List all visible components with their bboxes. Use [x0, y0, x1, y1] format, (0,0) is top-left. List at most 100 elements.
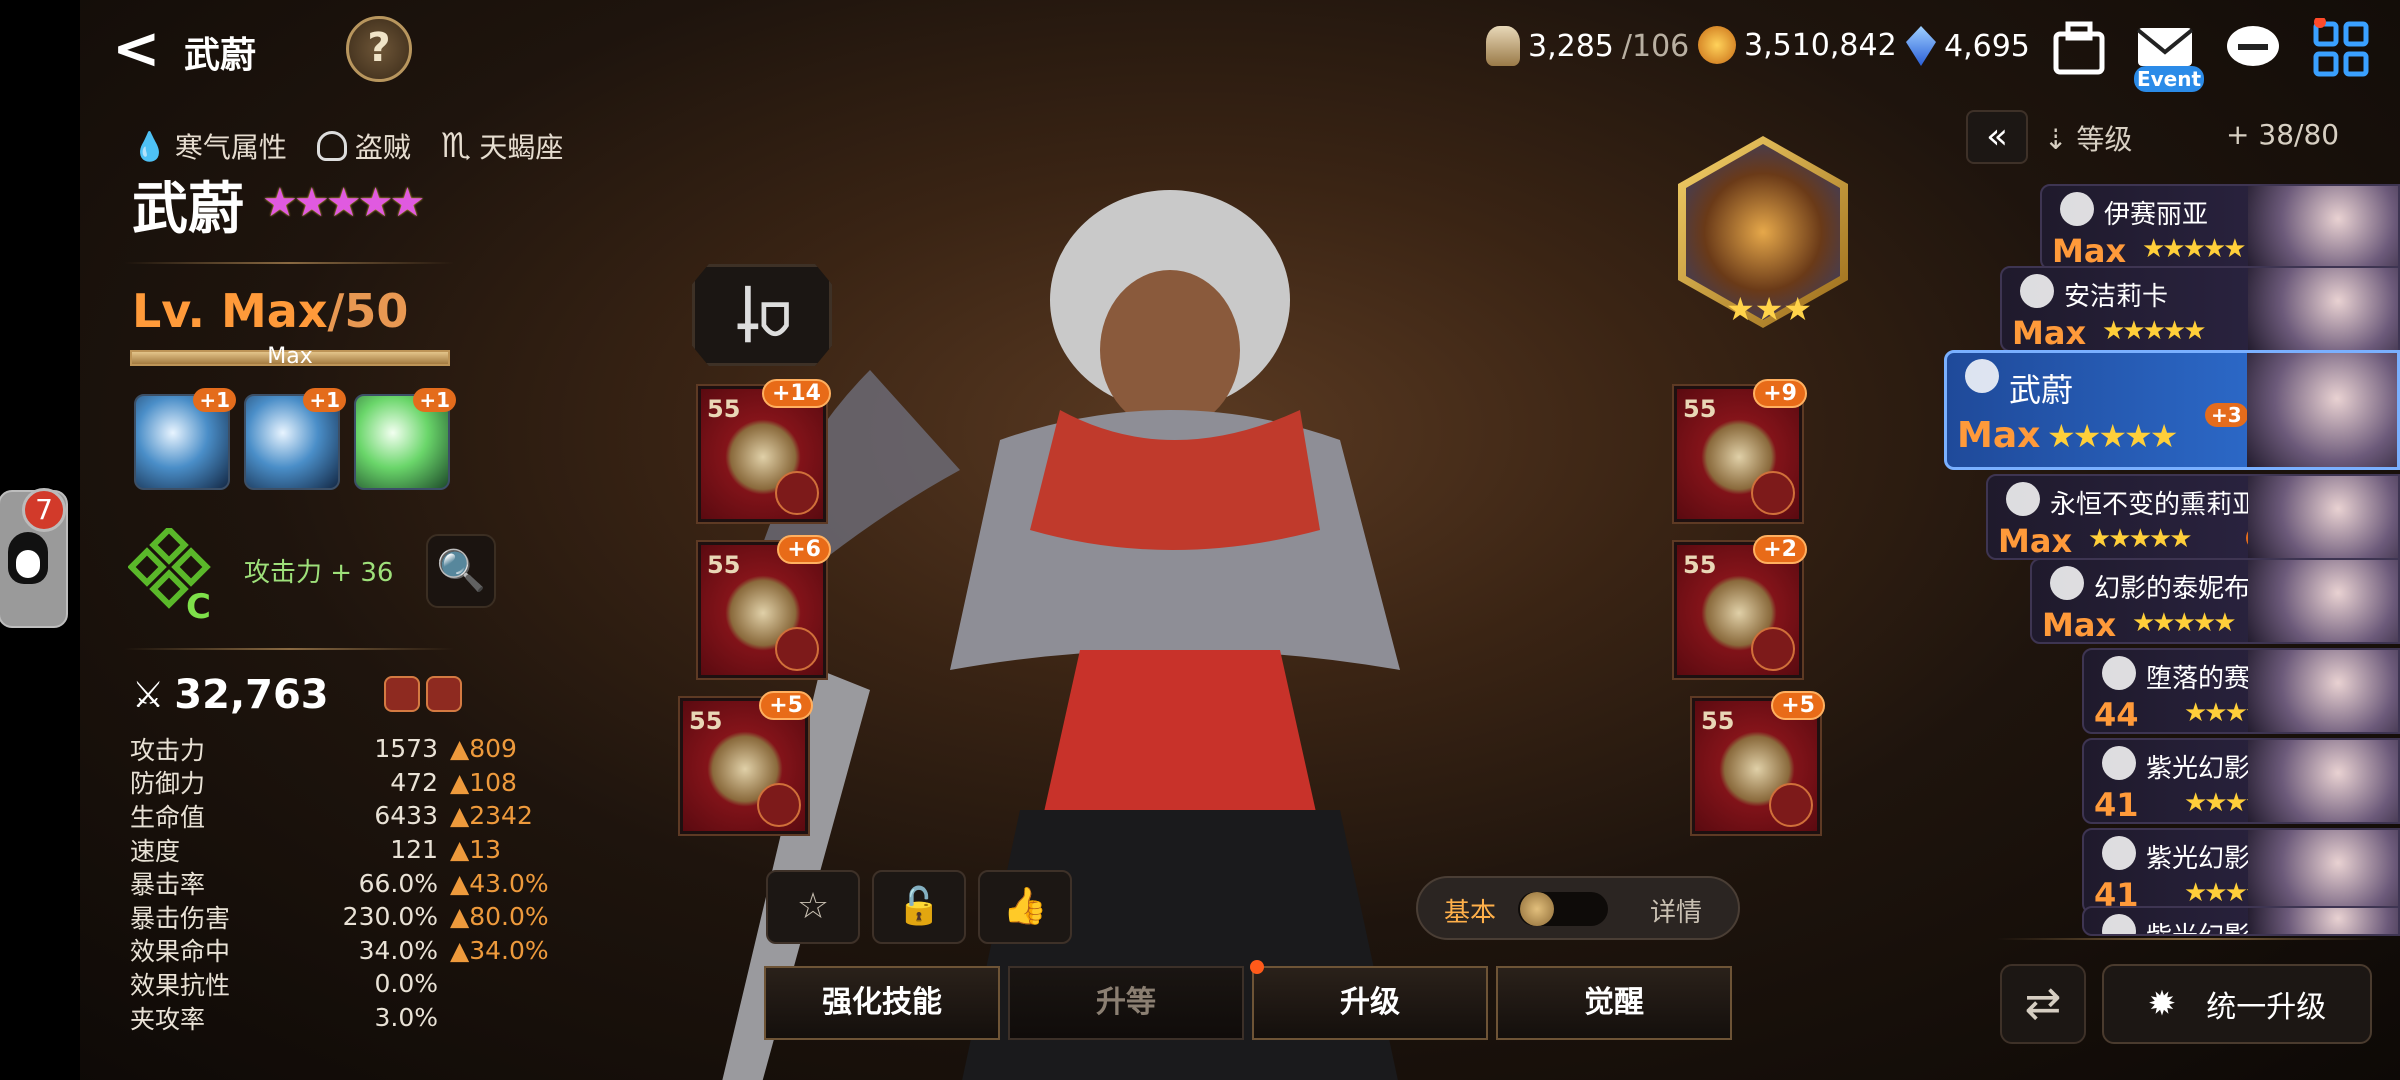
- set-badge-icon: [384, 676, 420, 712]
- star-plus-icon: ☆: [796, 886, 830, 927]
- equip-armor-slot[interactable]: 55 +5: [680, 691, 813, 834]
- roster-hero-plus: +3: [2205, 403, 2248, 427]
- equip-enhance: +14: [761, 379, 831, 408]
- stat-value: 66.0%: [358, 868, 438, 898]
- roster-hero-level: Max: [2012, 314, 2087, 352]
- lock-button[interactable]: 🔓: [872, 870, 966, 944]
- set-icon: [775, 471, 819, 515]
- chat-icon[interactable]: [2222, 18, 2284, 80]
- hero-portrait: [2248, 268, 2398, 350]
- set-icon: [1769, 783, 1813, 827]
- stamina-cap: /106: [1621, 28, 1690, 64]
- hero-class-icon: [1965, 359, 1999, 393]
- hero-portrait: [2248, 830, 2398, 912]
- like-button[interactable]: 👍: [978, 870, 1072, 944]
- menu-grid-icon[interactable]: [2310, 16, 2372, 80]
- help-button[interactable]: ?: [346, 16, 412, 82]
- equip-enhance: +9: [1753, 379, 1807, 408]
- unify-upgrade-button[interactable]: ✹ 统一升级: [2102, 964, 2372, 1044]
- stat-value: 121: [390, 835, 438, 865]
- gear-preset-button[interactable]: [692, 264, 832, 366]
- swap-button[interactable]: ⇄: [2000, 964, 2086, 1044]
- roster-hero-card[interactable]: 堕落的赛西莉亚 44 ★★★★★: [2082, 648, 2400, 734]
- tab-promote[interactable]: 升等: [1008, 966, 1244, 1040]
- roster-hero-stars: ★★★★★: [2132, 608, 2237, 638]
- hero-class-icon: [2102, 914, 2136, 934]
- roster-hero-card[interactable]: 紫光幻影 41 ★★★★★: [2082, 738, 2400, 824]
- stat-value: 3.0%: [374, 1003, 438, 1033]
- level-text: Lv. Max: [132, 284, 328, 338]
- roster-hero-card[interactable]: 紫光幻影: [2082, 906, 2400, 936]
- basic-detail-toggle[interactable]: 基本 详情: [1416, 876, 1740, 940]
- skill-2-icon[interactable]: +1: [244, 388, 346, 490]
- stat-row: 效果抗性 0.0%: [130, 967, 590, 1001]
- memory-imprint-icon[interactable]: C: [127, 525, 222, 627]
- skill-3-icon[interactable]: +1: [354, 388, 456, 490]
- stat-name: 生命值: [130, 802, 206, 832]
- hero-name: 武蔚: [132, 176, 244, 242]
- hero-class-icon: [2102, 746, 2136, 780]
- equip-enhance: +6: [777, 535, 831, 564]
- skill-enhance-badge: +1: [193, 388, 236, 412]
- roster-hero-card[interactable]: 紫光幻影 41 ★★★★★: [2082, 828, 2400, 914]
- crystal-value: 4,695: [1944, 28, 2030, 64]
- stat-value: 230.0%: [342, 902, 438, 932]
- qq-floating-widget[interactable]: 7: [0, 488, 68, 628]
- tab-awaken[interactable]: 觉醒: [1496, 966, 1732, 1040]
- notification-dot: [1250, 960, 1264, 974]
- equip-boots-slot[interactable]: 55 +5: [1692, 691, 1825, 834]
- roster-hero-name: 紫光幻影: [2146, 916, 2250, 934]
- mail-event-icon[interactable]: Event: [2134, 18, 2204, 92]
- roster-hero-card[interactable]: 伊赛丽亚 Max ★★★★★: [2040, 184, 2400, 270]
- crystal-icon: [1906, 26, 1936, 66]
- roster-hero-card[interactable]: 永恒不变的熏莉亚Max★★★★★+15: [1986, 474, 2400, 560]
- sort-label: 等级: [2076, 123, 2133, 156]
- element-label: 寒气属性: [174, 131, 287, 164]
- stat-name: 防御力: [130, 769, 206, 799]
- stat-bonus: ▲80.0%: [450, 902, 549, 932]
- gold-display[interactable]: 3,510,842: [1698, 26, 1897, 64]
- tab-level-up[interactable]: 升级: [1252, 966, 1488, 1040]
- combat-power-value: 32,763: [174, 672, 329, 718]
- roster-hero-card[interactable]: 武蔚 Max ★★★★★ +3: [1944, 350, 2400, 470]
- equip-enhance: +2: [1753, 535, 1807, 564]
- roster-hero-stars: ★★★★★: [2142, 234, 2247, 264]
- equip-level: 55: [1683, 395, 1717, 423]
- stamina-value: 3,285: [1528, 28, 1614, 64]
- roster-hero-level: Max: [1957, 415, 2041, 456]
- roster-hero-level: Max: [2042, 606, 2117, 644]
- level-bar-label: Max: [267, 344, 313, 369]
- equip-weapon-slot[interactable]: 55 +14: [698, 379, 831, 522]
- search-icon: 🔍: [436, 548, 486, 594]
- roster-hero-name: 紫光幻影: [2146, 844, 2251, 874]
- inventory-icon[interactable]: [2048, 18, 2110, 80]
- hero-stars: ★★★★★: [262, 180, 425, 226]
- stat-name: 攻击力: [130, 735, 206, 765]
- tab-enhance-skill[interactable]: 强化技能: [764, 966, 1000, 1040]
- set-icon: [1751, 627, 1795, 671]
- stat-name: 速度: [130, 836, 181, 866]
- crystal-display[interactable]: 4,695: [1906, 26, 2030, 66]
- swap-arrows-icon: ⇄: [2024, 978, 2062, 1029]
- gold-coin-icon: [1698, 26, 1736, 64]
- sort-button[interactable]: ⇣ 等级: [2044, 118, 2132, 158]
- stamina-display[interactable]: 3,285/106: [1486, 26, 1689, 66]
- back-button[interactable]: <: [112, 19, 162, 80]
- collapse-roster-button[interactable]: «: [1966, 110, 2028, 164]
- thief-class-icon: [316, 131, 347, 161]
- hero-portrait: [2248, 560, 2398, 642]
- thumbs-up-icon: 👍: [1002, 886, 1048, 927]
- toggle-knob[interactable]: [1518, 892, 1608, 926]
- roster-hero-card[interactable]: 幻影的泰妮布里雅 Max ★★★★★: [2030, 558, 2400, 644]
- skill-1-icon[interactable]: +1: [134, 388, 236, 490]
- stat-row: 暴击伤害 230.0% ▲80.0%: [130, 900, 590, 934]
- equip-ring-slot[interactable]: 55 +2: [1674, 535, 1807, 678]
- favorite-button[interactable]: ☆: [766, 870, 860, 944]
- equip-helmet-slot[interactable]: 55 +6: [698, 535, 831, 678]
- roster-hero-name: 紫光幻影: [2146, 754, 2251, 784]
- roster-hero-card[interactable]: 安洁莉卡 Max ★★★★★: [2000, 266, 2400, 352]
- set-effect-badges[interactable]: [384, 676, 462, 712]
- equip-necklace-slot[interactable]: 55 +9: [1674, 379, 1807, 522]
- hero-count[interactable]: + 38/80: [2226, 118, 2339, 151]
- zoom-search-button[interactable]: 🔍: [426, 534, 496, 608]
